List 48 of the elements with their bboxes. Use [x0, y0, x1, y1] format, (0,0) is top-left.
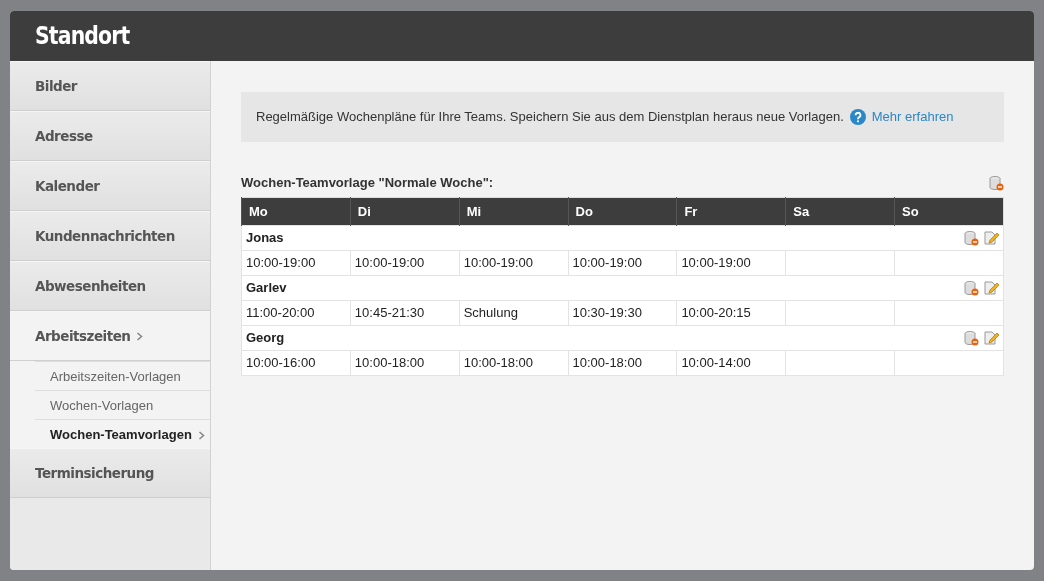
submenu-item[interactable]: Wochen-Vorlagen — [35, 390, 210, 419]
column-header: Sa — [785, 197, 895, 226]
pencil-icon[interactable] — [983, 280, 999, 296]
shift-cell: 10:00-19:00 — [459, 250, 569, 276]
learn-more-link[interactable]: Mehr erfahren — [871, 107, 954, 127]
shift-cell: 11:00-20:00 — [241, 300, 351, 326]
column-header: Fr — [676, 197, 786, 226]
column-header: Mi — [459, 197, 569, 226]
shift-cell: 10:00-19:00 — [568, 250, 677, 276]
column-header: Mo — [241, 197, 351, 226]
template-title: Wochen-Teamvorlage "Normale Woche": — [241, 173, 494, 192]
shift-cell: 10:00-19:00 — [350, 250, 460, 276]
delete-icon[interactable] — [963, 230, 979, 246]
shift-cell: 10:00-18:00 — [459, 350, 569, 376]
sidebar-item[interactable]: Terminsicherung — [10, 448, 210, 498]
shift-cell: 10:00-19:00 — [676, 250, 786, 276]
submenu-item[interactable]: Arbeitszeiten-Vorlagen — [35, 361, 210, 390]
info-text: Regelmäßige Wochenpläne für Ihre Teams. Speichern Sie aus dem Dienstplan heraus neue Vorlagen. — [256, 108, 844, 126]
pencil-icon[interactable] — [983, 330, 999, 346]
column-header: Do — [568, 197, 677, 226]
sidebar-item[interactable]: Kundennachrichten — [10, 211, 210, 261]
chevron-icon — [136, 331, 144, 341]
shift-cell: 10:00-18:00 — [350, 350, 460, 376]
sidebar-item[interactable]: Kalender — [10, 161, 210, 211]
sidebar-item[interactable]: Arbeitszeiten — [10, 311, 210, 361]
pencil-icon[interactable] — [983, 230, 999, 246]
shift-cell: 10:00-19:00 — [241, 250, 351, 276]
chevron-icon — [197, 431, 205, 441]
page-title: Standort — [35, 21, 130, 52]
column-header: So — [894, 197, 1004, 226]
shift-cell: 10:30-19:30 — [568, 300, 677, 326]
shift-cell: Schulung — [459, 300, 569, 326]
delete-icon[interactable] — [963, 330, 979, 346]
team-name: Jonas — [246, 229, 284, 248]
team-name: Georg — [246, 329, 285, 348]
column-header: Di — [350, 197, 460, 226]
delete-icon[interactable] — [988, 175, 1004, 192]
sidebar-item[interactable]: Abwesenheiten — [10, 261, 210, 311]
team-name: Garlev — [246, 279, 287, 298]
sidebar-item[interactable]: Bilder — [10, 61, 210, 111]
shift-cell: 10:00-14:00 — [676, 350, 786, 376]
delete-icon[interactable] — [963, 280, 979, 296]
sidebar-item[interactable]: Adresse — [10, 111, 210, 161]
shift-cell: 10:00-20:15 — [676, 300, 786, 326]
shift-cell: 10:00-16:00 — [241, 350, 351, 376]
help-icon — [849, 108, 866, 125]
shift-cell: 10:00-18:00 — [568, 350, 677, 376]
shift-cell: 10:45-21:30 — [350, 300, 460, 326]
